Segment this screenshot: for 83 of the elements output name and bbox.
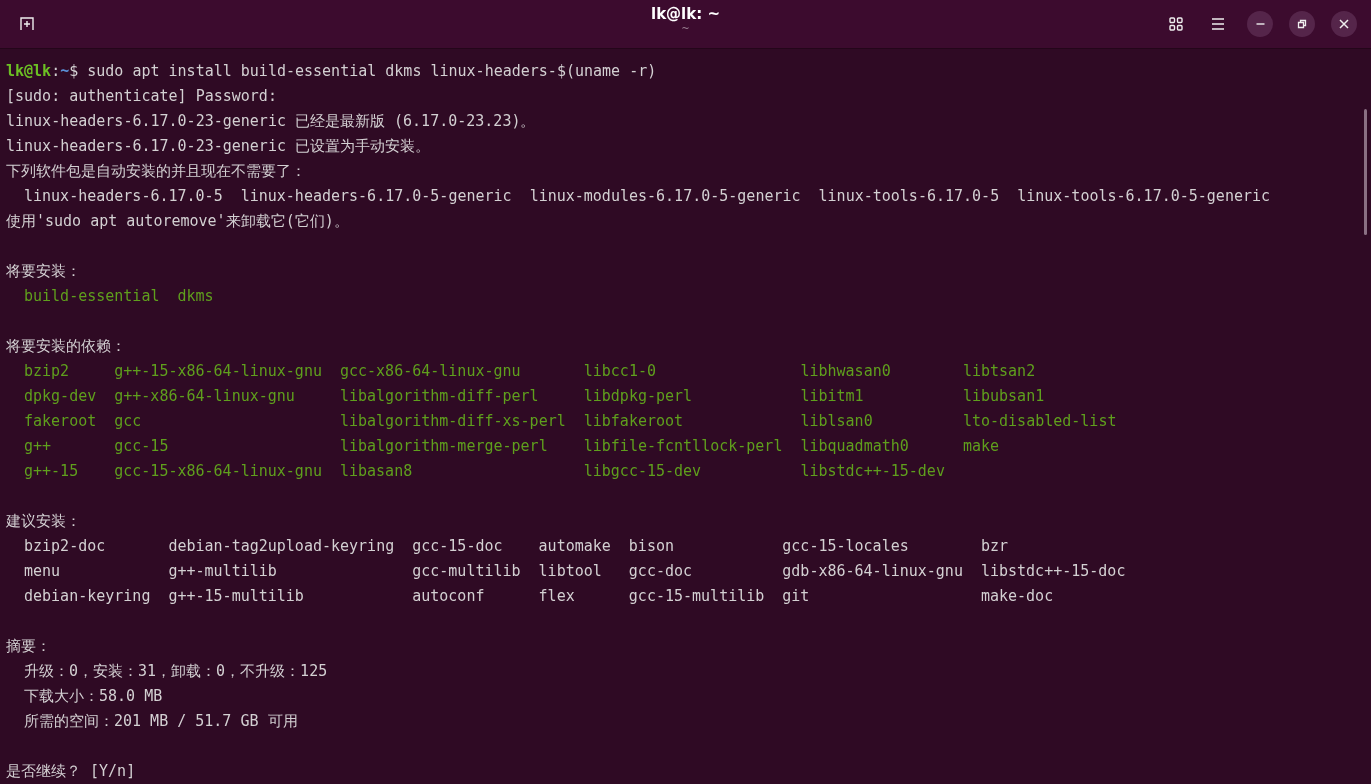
package-name: dkms: [177, 286, 214, 307]
package-name: gcc: [114, 411, 143, 432]
window-title: lk@lk: ~: [651, 5, 720, 23]
output-line: [sudo: authenticate] Password:: [6, 86, 278, 107]
package-name: bison: [628, 536, 675, 557]
package-name: linux-tools-6.17.0-5-generic: [1017, 186, 1271, 207]
output-line: 下列软件包是自动安装的并且现在不需要了：: [6, 161, 307, 182]
restore-icon: [1297, 19, 1307, 29]
package-name: libstdc++-15-dev: [800, 461, 945, 482]
package-name: menu: [24, 561, 62, 582]
new-tab-icon: [18, 15, 36, 33]
package-name: automake: [538, 536, 611, 557]
output-line: 升级：0，安装：31，卸载：0，不升级：125: [23, 661, 329, 682]
package-name: libhwasan0: [800, 361, 892, 382]
package-name: gdb-x86-64-linux-gnu: [782, 561, 963, 582]
window-subtitle: ~: [681, 23, 690, 35]
package-name: libalgorithm-diff-xs-perl: [339, 411, 566, 432]
package-name: libstdc++-15-doc: [980, 561, 1126, 582]
package-name: libquadmath0: [800, 436, 910, 457]
output-line: 建议安装：: [6, 511, 82, 532]
package-name: fakeroot: [24, 411, 97, 432]
package-name: dpkg-dev: [24, 386, 97, 407]
package-name: git: [782, 586, 811, 607]
package-name: gcc-15: [114, 436, 170, 457]
package-name: bzip2-doc: [24, 536, 107, 557]
package-name: g++-15-multilib: [168, 586, 305, 607]
output-line: 下载大小：58.0 MB: [23, 686, 164, 707]
package-name: gcc-15-multilib: [628, 586, 765, 607]
output-line: linux-headers-6.17.0-23-generic 已设置为手动安装。: [6, 136, 431, 157]
package-name: debian-tag2upload-keyring: [168, 536, 395, 557]
package-name: gcc-15-doc: [412, 536, 504, 557]
package-name: lto-disabled-list: [962, 411, 1117, 432]
package-name: make-doc: [980, 586, 1055, 607]
package-name: liblsan0: [800, 411, 874, 432]
package-name: libdpkg-perl: [583, 386, 694, 407]
package-name: linux-modules-6.17.0-5-generic: [529, 186, 801, 207]
command-line: lk@lk:~$ sudo apt install build-essential dkms linux-headers-$(uname -r): [6, 61, 658, 82]
menu-icon: [1210, 16, 1226, 32]
minimize-icon: [1255, 23, 1265, 25]
package-name: libtsan2: [962, 361, 1037, 382]
output-line: 所需的空间：201 MB / 51.7 GB 可用: [23, 711, 299, 732]
package-name: libfile-fcntllock-perl: [583, 436, 783, 457]
package-name: libasan8: [339, 461, 414, 482]
package-name: g++-15-x86-64-linux-gnu: [114, 361, 322, 382]
package-name: libubsan1: [962, 386, 1046, 407]
package-name: linux-tools-6.17.0-5: [818, 186, 1000, 207]
package-name: gcc-doc: [628, 561, 694, 582]
scrollbar[interactable]: [1364, 109, 1367, 235]
package-name: linux-headers-6.17.0-5-generic: [240, 186, 512, 207]
package-name: gcc-x86-64-linux-gnu: [339, 361, 522, 382]
grid-icon: [1168, 16, 1184, 32]
close-icon: [1339, 19, 1349, 29]
package-name: gcc-15-x86-64-linux-gnu: [114, 461, 322, 482]
package-name: libgcc-15-dev: [583, 461, 703, 482]
package-name: build-essential: [24, 286, 160, 307]
package-name: g++-multilib: [168, 561, 278, 582]
package-name: bzr: [980, 536, 1010, 557]
output-line: 使用'sudo apt autoremove'来卸载它(它们)。: [6, 211, 350, 232]
package-name: libtool: [538, 561, 603, 582]
package-name: flex: [538, 586, 576, 607]
package-name: linux-headers-6.17.0-5: [24, 186, 223, 207]
package-name: libcc1-0: [583, 361, 657, 382]
package-name: make: [962, 436, 1001, 457]
package-name: g++-x86-64-linux-gnu: [114, 386, 296, 407]
output-line: 将要安装的依赖：: [6, 336, 127, 357]
package-name: gcc-multilib: [412, 561, 521, 582]
package-name: libitm1: [800, 386, 865, 407]
output-line: 是否继续？ [Y/n]: [6, 761, 137, 782]
package-name: libfakeroot: [583, 411, 685, 432]
package-name: g++-15: [24, 461, 80, 482]
package-name: bzip2: [24, 361, 71, 382]
output-line: 摘要：: [6, 636, 52, 657]
package-name: autoconf: [412, 586, 486, 607]
restore-button[interactable]: [1289, 11, 1315, 37]
package-name: libalgorithm-diff-perl: [339, 386, 540, 407]
package-name: gcc-15-locales: [782, 536, 910, 557]
output-line: 将要安装：: [6, 261, 82, 282]
minimize-button[interactable]: [1247, 11, 1273, 37]
package-name: libalgorithm-merge-perl: [339, 436, 549, 457]
output-line: linux-headers-6.17.0-23-generic 已经是最新版 (6.17.0-23.23)。: [6, 111, 537, 132]
package-name: debian-keyring: [24, 586, 151, 607]
close-button[interactable]: [1331, 11, 1357, 37]
package-name: g++: [24, 436, 53, 457]
